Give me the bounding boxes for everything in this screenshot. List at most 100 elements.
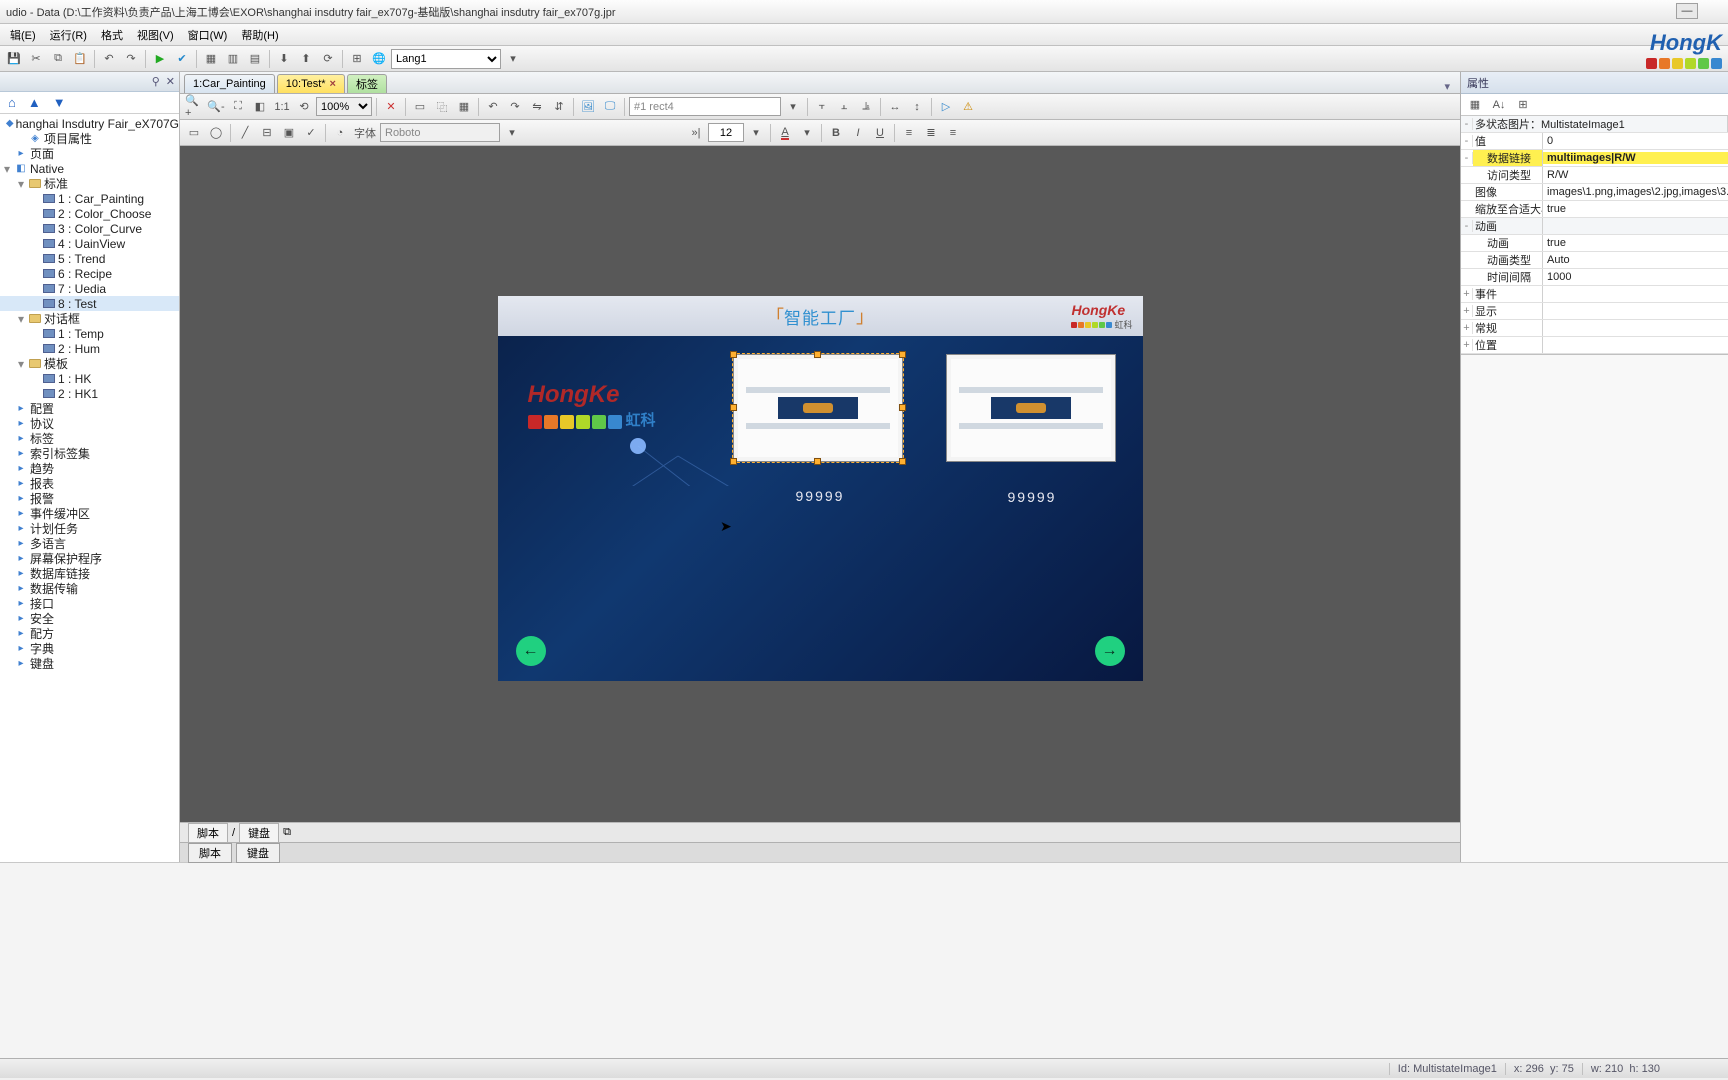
property-row[interactable]: 图像images\1.png,images\2.jpg,images\3.png… bbox=[1461, 184, 1728, 201]
tree-node[interactable]: ▸配置 bbox=[0, 401, 179, 416]
flip-v-icon[interactable]: ⇵ bbox=[549, 97, 569, 117]
tree-node[interactable]: ▸页面 bbox=[0, 146, 179, 161]
play-icon[interactable]: ▶ bbox=[150, 49, 170, 69]
bold-icon[interactable]: B bbox=[826, 123, 846, 143]
property-row[interactable]: -动画 bbox=[1461, 218, 1728, 235]
nav-down-icon[interactable]: ▼ bbox=[53, 95, 66, 110]
menu-item[interactable]: 帮助(H) bbox=[235, 25, 284, 45]
font-size-input[interactable] bbox=[708, 123, 744, 142]
paste-icon[interactable]: 📋 bbox=[70, 49, 90, 69]
undo-icon[interactable]: ↶ bbox=[99, 49, 119, 69]
tree-node[interactable]: 1 : Temp bbox=[0, 326, 179, 341]
zoom-sel-icon[interactable]: ◧ bbox=[250, 97, 270, 117]
tree-node[interactable]: ▾模板 bbox=[0, 356, 179, 371]
multistate-image-2[interactable] bbox=[946, 354, 1116, 462]
align-icon[interactable]: ▦ bbox=[201, 49, 221, 69]
zoom-actual-icon[interactable]: 1:1 bbox=[272, 97, 292, 117]
tree-node[interactable]: ▸屏幕保护程序 bbox=[0, 551, 179, 566]
tree-node[interactable]: ▸配方 bbox=[0, 626, 179, 641]
tree-node[interactable]: ▸趋势 bbox=[0, 461, 179, 476]
copy-icon[interactable]: ⧉ bbox=[48, 49, 68, 69]
property-row[interactable]: 缩放至合适大小true bbox=[1461, 201, 1728, 218]
property-row[interactable]: +事件 bbox=[1461, 286, 1728, 303]
tree-node[interactable]: ◈项目属性 bbox=[0, 131, 179, 146]
tree-node[interactable]: 4 : UainView bbox=[0, 236, 179, 251]
group-icon[interactable]: ⿻ bbox=[432, 97, 452, 117]
screen-icon[interactable]: 🖵 bbox=[600, 97, 620, 117]
panel-icon[interactable]: ▣ bbox=[279, 123, 299, 143]
tree-node[interactable]: ▸索引标签集 bbox=[0, 446, 179, 461]
popout-icon[interactable]: ⧉ bbox=[283, 826, 291, 839]
tree-node[interactable]: 8 : Test bbox=[0, 296, 179, 311]
tree-node[interactable]: ▸事件缓冲区 bbox=[0, 506, 179, 521]
tree-node[interactable]: ▾◧Native bbox=[0, 161, 179, 176]
tree-node[interactable]: ▸数据传输 bbox=[0, 581, 179, 596]
bottom-tab-2[interactable]: 键盘 bbox=[236, 843, 280, 863]
menu-item[interactable]: 窗口(W) bbox=[182, 25, 234, 45]
tree-node[interactable]: ▸字典 bbox=[0, 641, 179, 656]
check-icon[interactable]: ✓ bbox=[301, 123, 321, 143]
editor-tab[interactable]: 1:Car_Painting bbox=[184, 74, 275, 93]
validate-icon[interactable]: ✔ bbox=[172, 49, 192, 69]
expand-icon[interactable]: ⊞ bbox=[1513, 95, 1533, 115]
tag-icon[interactable]: ◔ bbox=[330, 123, 350, 143]
upload-icon[interactable]: ⬆ bbox=[296, 49, 316, 69]
tree-node[interactable]: ▸标签 bbox=[0, 431, 179, 446]
menu-item[interactable]: 视图(V) bbox=[131, 25, 180, 45]
cut-icon[interactable]: ✂ bbox=[26, 49, 46, 69]
download-icon[interactable]: ⬇ bbox=[274, 49, 294, 69]
tree-node[interactable]: 2 : Hum bbox=[0, 341, 179, 356]
underline-icon[interactable]: U bbox=[870, 123, 890, 143]
tree-node[interactable]: 2 : HK1 bbox=[0, 386, 179, 401]
property-row[interactable]: 访问类型R/W bbox=[1461, 167, 1728, 184]
size-dd-icon[interactable]: ▾ bbox=[746, 123, 766, 143]
bottom-tab[interactable]: 键盘 bbox=[239, 823, 279, 843]
line-icon[interactable]: ╱ bbox=[235, 123, 255, 143]
save-icon[interactable]: 💾 bbox=[4, 49, 24, 69]
tree-node[interactable]: 2 : Color_Choose bbox=[0, 206, 179, 221]
multistate-image-selected[interactable] bbox=[733, 354, 903, 462]
property-row[interactable]: -值0 bbox=[1461, 133, 1728, 150]
tree-node[interactable]: ▸报警 bbox=[0, 491, 179, 506]
zoom-in-icon[interactable]: 🔍+ bbox=[184, 97, 204, 117]
close-tab-icon[interactable]: × bbox=[330, 78, 336, 90]
dist-v-icon[interactable]: ↕ bbox=[907, 97, 927, 117]
zoom-select[interactable]: 100% bbox=[316, 97, 372, 116]
editor-tab[interactable]: 标签 bbox=[347, 74, 387, 93]
italic-icon[interactable]: I bbox=[848, 123, 868, 143]
tree-node[interactable]: 6 : Recipe bbox=[0, 266, 179, 281]
zoom-fit-icon[interactable]: ⛶ bbox=[228, 97, 248, 117]
property-row[interactable]: +位置 bbox=[1461, 337, 1728, 354]
align-c-icon[interactable]: ⫠ bbox=[834, 97, 854, 117]
tree-node[interactable]: ▸协议 bbox=[0, 416, 179, 431]
tree-node[interactable]: ▸报表 bbox=[0, 476, 179, 491]
lang-icon[interactable]: 🌐 bbox=[369, 49, 389, 69]
property-row[interactable]: 动画true bbox=[1461, 235, 1728, 252]
tree-node[interactable]: ▸数据库链接 bbox=[0, 566, 179, 581]
tree-node[interactable]: ▾对话框 bbox=[0, 311, 179, 326]
editor-tab[interactable]: 10:Test*× bbox=[277, 74, 345, 93]
tree-node[interactable]: 3 : Color_Curve bbox=[0, 221, 179, 236]
combo-dd-icon[interactable]: ▾ bbox=[783, 97, 803, 117]
tree-node[interactable]: ▸键盘 bbox=[0, 656, 179, 671]
refresh-icon[interactable]: ⟲ bbox=[294, 97, 314, 117]
indent-icon[interactable]: »| bbox=[686, 123, 706, 143]
tree-node[interactable]: ◆hanghai Insdutry Fair_eX707G bbox=[0, 116, 179, 131]
property-row[interactable]: -数据链接multiimages|R/W bbox=[1461, 150, 1728, 167]
tree-node[interactable]: ▸计划任务 bbox=[0, 521, 179, 536]
prev-arrow-button[interactable]: ← bbox=[516, 636, 546, 666]
menu-item[interactable]: 辑(E) bbox=[4, 25, 42, 45]
properties-table[interactable]: -多状态图片：MultistateImage1 -值0-数据链接multiima… bbox=[1461, 116, 1728, 354]
play2-icon[interactable]: ▷ bbox=[936, 97, 956, 117]
tree-node[interactable]: 5 : Trend bbox=[0, 251, 179, 266]
redo-icon[interactable]: ↷ bbox=[121, 49, 141, 69]
project-tree[interactable]: ◆hanghai Insdutry Fair_eX707G◈项目属性▸页面▾◧N… bbox=[0, 114, 179, 862]
tree-node[interactable]: 1 : HK bbox=[0, 371, 179, 386]
tabs-dropdown-icon[interactable]: ▾ bbox=[1438, 80, 1456, 93]
dist-h-icon[interactable]: ↔ bbox=[885, 97, 905, 117]
font-color-icon[interactable]: A bbox=[775, 123, 795, 143]
talign-l-icon[interactable]: ≡ bbox=[899, 123, 919, 143]
tree-node[interactable]: ▸接口 bbox=[0, 596, 179, 611]
delete-icon[interactable]: ✕ bbox=[381, 97, 401, 117]
rotate-r-icon[interactable]: ↷ bbox=[505, 97, 525, 117]
